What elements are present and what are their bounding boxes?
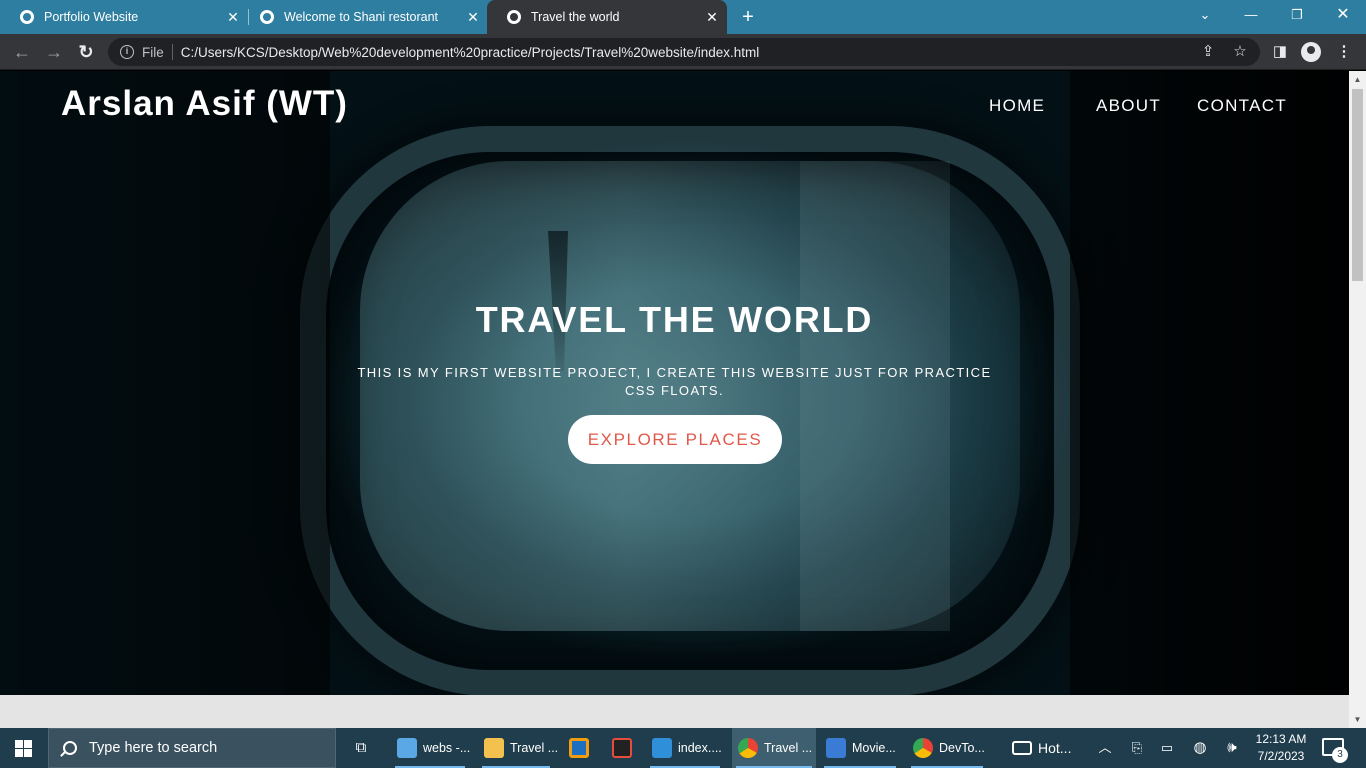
windows-taskbar: Type here to search ⧉ webs -... Travel .… — [0, 728, 1366, 768]
info-icon[interactable]: i — [120, 45, 134, 59]
taskbar-item[interactable] — [563, 728, 597, 768]
restore-icon[interactable]: ❐ — [1274, 0, 1320, 30]
tab-strip: Portfolio Website ✕ Welcome to Shani res… — [0, 0, 1366, 34]
omnibox-divider — [171, 44, 173, 60]
scroll-up-icon[interactable]: ▲ — [1349, 71, 1366, 88]
battery-icon[interactable]: ▭ — [1156, 728, 1178, 768]
taskbar-item[interactable]: webs -... — [391, 728, 470, 768]
back-arrow-icon[interactable]: ← — [10, 40, 34, 64]
nav-contact[interactable]: CONTACT — [1197, 96, 1287, 116]
7zip-icon — [612, 738, 632, 758]
nav-home[interactable]: HOME — [989, 96, 1045, 116]
tab-portfolio-website[interactable]: Portfolio Website ✕ — [0, 0, 248, 34]
windows-start-icon[interactable] — [0, 728, 48, 768]
site-brand[interactable]: Arslan Asif (WT) — [61, 84, 348, 124]
taskbar-item[interactable]: Hot... — [1008, 728, 1092, 768]
chrome-icon — [913, 738, 933, 758]
menu-kebab-icon[interactable]: ⋮ — [1332, 40, 1356, 64]
movie-maker-icon — [826, 738, 846, 758]
globe-icon — [260, 10, 274, 24]
scroll-down-icon[interactable]: ▼ — [1349, 711, 1366, 728]
tab-title: Portfolio Website — [44, 10, 139, 24]
hero-subtitle: THIS IS MY FIRST WEBSITE PROJECT, I CREA… — [357, 365, 992, 398]
globe-icon — [507, 10, 521, 24]
page-viewport: Arslan Asif (WT) HOME ABOUT CONTACT TRAV… — [0, 71, 1349, 728]
tab-travel-the-world[interactable]: Travel the world ✕ — [487, 0, 727, 34]
scroll-thumb[interactable] — [1352, 89, 1363, 281]
clock-time: 12:13 AM — [1255, 732, 1307, 746]
tab-title: Travel the world — [531, 10, 620, 24]
nav-about[interactable]: ABOUT — [1096, 96, 1161, 116]
taskbar-item[interactable] — [606, 728, 640, 768]
meet-now-icon[interactable]: ⎘ — [1126, 728, 1148, 768]
taskbar-search-box[interactable]: Type here to search — [48, 728, 336, 768]
forward-arrow-icon[interactable]: → — [42, 40, 66, 64]
hotspot-icon — [1012, 741, 1032, 755]
search-placeholder: Type here to search — [89, 740, 218, 756]
window-close-icon[interactable]: ✕ — [1320, 0, 1366, 30]
vscode-icon — [652, 738, 672, 758]
tab-title: Welcome to Shani restorant — [284, 10, 439, 24]
new-tab-button[interactable]: + — [736, 4, 760, 30]
taskbar-item-active[interactable]: Travel ... — [732, 728, 816, 768]
address-bar[interactable]: i File C:/Users/KCS/Desktop/Web%20develo… — [108, 38, 1260, 66]
network-globe-icon[interactable]: ◍ — [1188, 728, 1212, 768]
explore-places-button[interactable]: EXPLORE PLACES — [568, 415, 782, 464]
taskbar-item[interactable]: Movie... — [820, 728, 900, 768]
hero-background-detail — [300, 126, 1080, 695]
clock-date: 7/2/2023 — [1257, 749, 1305, 763]
volume-icon[interactable]: 🕪 — [1220, 728, 1244, 768]
url-text[interactable]: C:/Users/KCS/Desktop/Web%20development%2… — [181, 45, 760, 60]
tab-search-icon[interactable]: ⌄ — [1182, 0, 1228, 30]
taskbar-item[interactable]: Travel ... — [478, 728, 558, 768]
reload-icon[interactable]: ↻ — [74, 40, 98, 64]
close-icon[interactable]: ✕ — [701, 9, 723, 26]
system-clock[interactable]: 12:13 AM 7/2/2023 — [1248, 731, 1314, 765]
globe-icon — [20, 10, 34, 24]
chevron-up-icon[interactable]: ︿ — [1094, 728, 1116, 768]
folder-3d-icon — [397, 738, 417, 758]
hero-background-detail — [1070, 71, 1349, 695]
taskbar-item[interactable]: DevTo... — [907, 728, 987, 768]
profile-icon[interactable] — [1301, 42, 1321, 62]
bookmark-star-icon[interactable]: ☆ — [1228, 40, 1252, 64]
tab-shani-restorant[interactable]: Welcome to Shani restorant ✕ — [240, 0, 488, 34]
task-view-icon[interactable]: ⧉ — [346, 728, 376, 768]
notification-badge: 3 — [1332, 747, 1348, 763]
close-icon[interactable]: ✕ — [462, 9, 484, 26]
chrome-icon — [738, 738, 758, 758]
hero-background-detail — [0, 71, 330, 695]
page-scrollbar[interactable]: ▲ ▼ — [1349, 71, 1366, 728]
file-explorer-icon — [484, 738, 504, 758]
browser-toolbar: ← → ↻ i File C:/Users/KCS/Desktop/Web%20… — [0, 34, 1366, 70]
hero-title: TRAVEL THE WORLD — [475, 299, 874, 340]
share-icon[interactable]: ⇪ — [1196, 40, 1220, 64]
minimize-icon[interactable]: — — [1228, 0, 1274, 30]
search-icon — [63, 741, 77, 755]
taskbar-item[interactable]: index.... — [646, 728, 724, 768]
side-panel-icon[interactable]: ◨ — [1268, 40, 1292, 64]
hero-section: Arslan Asif (WT) HOME ABOUT CONTACT TRAV… — [0, 71, 1349, 695]
scheme-label: File — [142, 44, 164, 60]
virtualbox-icon — [569, 738, 589, 758]
